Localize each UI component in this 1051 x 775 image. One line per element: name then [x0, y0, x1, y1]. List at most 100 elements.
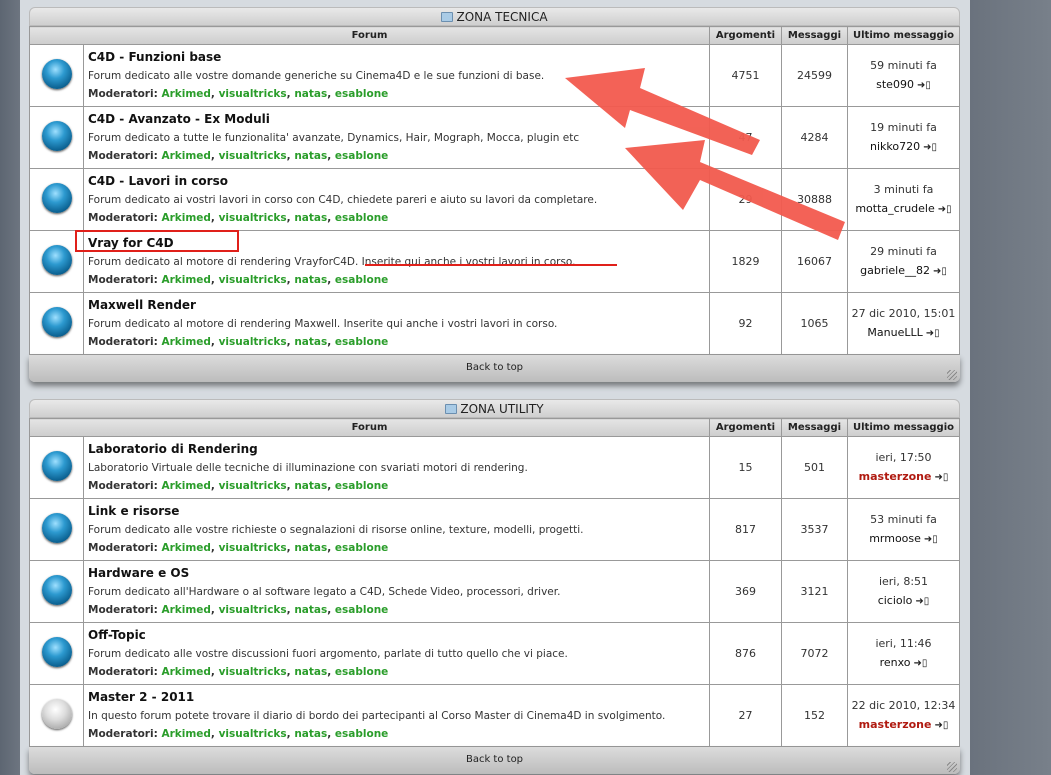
last-post-user-link[interactable]: motta_crudele	[855, 202, 934, 215]
go-to-last-post-icon[interactable]: ➜▯	[915, 596, 929, 607]
forum-description: Forum dedicato alle vostre domande gener…	[88, 70, 545, 82]
last-post-user-link[interactable]: nikko720	[870, 140, 920, 153]
go-to-last-post-icon[interactable]: ➜▯	[933, 266, 947, 277]
resize-grip-icon[interactable]	[947, 762, 957, 772]
section-title[interactable]: ZONA UTILITY	[460, 402, 543, 416]
moderator-link[interactable]: visualtricks	[219, 666, 287, 678]
forum-title-link[interactable]: Hardware e OS	[88, 566, 189, 580]
last-post-user-link[interactable]: ManueLLL	[867, 326, 922, 339]
moderator-link[interactable]: natas	[294, 274, 327, 286]
forum-title-link[interactable]: Off-Topic	[88, 628, 146, 642]
column-header-forum: Forum	[29, 418, 710, 437]
moderator-link[interactable]: visualtricks	[219, 336, 287, 348]
forum-row: Maxwell Render Forum dedicato al motore d…	[29, 292, 960, 355]
last-post-time: ieri, 11:46	[875, 637, 932, 650]
moderator-link[interactable]: Arkimed	[161, 88, 210, 100]
moderator-link[interactable]: Arkimed	[161, 274, 210, 286]
back-to-top-link[interactable]: Back to top	[466, 362, 523, 373]
forum-title-link[interactable]: C4D - Funzioni base	[88, 50, 221, 64]
moderator-link[interactable]: esablone	[335, 336, 388, 348]
forum-title-line: Off-Topic	[88, 626, 709, 645]
column-header-topics: Argomenti	[709, 26, 782, 45]
moderator-link[interactable]: esablone	[335, 604, 388, 616]
go-to-last-post-icon[interactable]: ➜▯	[938, 204, 952, 215]
forum-status-cell	[29, 560, 84, 623]
moderator-link[interactable]: natas	[294, 88, 327, 100]
go-to-last-post-icon[interactable]: ➜▯	[914, 658, 928, 669]
last-post-author-line: motta_crudele ➜▯	[848, 199, 959, 219]
moderator-link[interactable]: natas	[294, 728, 327, 740]
moderator-link[interactable]: visualtricks	[219, 274, 287, 286]
last-post-time: 53 minuti fa	[870, 513, 937, 526]
moderator-link[interactable]: esablone	[335, 542, 388, 554]
moderator-link[interactable]: Arkimed	[161, 542, 210, 554]
moderator-link[interactable]: esablone	[335, 666, 388, 678]
moderator-link[interactable]: visualtricks	[219, 604, 287, 616]
moderator-link[interactable]: Arkimed	[161, 728, 210, 740]
last-post-cell: 22 dic 2010, 12:34 masterzone ➜▯	[847, 684, 960, 747]
go-to-last-post-icon[interactable]: ➜▯	[926, 328, 940, 339]
moderator-link[interactable]: natas	[294, 666, 327, 678]
forum-title-link[interactable]: Vray for C4D	[88, 236, 174, 250]
moderator-link[interactable]: Arkimed	[161, 604, 210, 616]
moderator-link[interactable]: visualtricks	[219, 88, 287, 100]
moderator-link[interactable]: visualtricks	[219, 212, 287, 224]
moderator-link[interactable]: Arkimed	[161, 212, 210, 224]
moderator-link[interactable]: Arkimed	[161, 336, 210, 348]
last-post-user-link[interactable]: masterzone	[859, 718, 932, 731]
forum-title-link[interactable]: C4D - Lavori in corso	[88, 174, 228, 188]
moderator-link[interactable]: natas	[294, 604, 327, 616]
moderator-link[interactable]: natas	[294, 212, 327, 224]
topics-count: 15	[709, 436, 782, 499]
back-to-top-link[interactable]: Back to top	[466, 754, 523, 765]
section-header[interactable]: ZONA TECNICA	[29, 7, 960, 26]
moderator-link[interactable]: natas	[294, 150, 327, 162]
forum-title-link[interactable]: Laboratorio di Rendering	[88, 442, 258, 456]
last-post-author-line: masterzone ➜▯	[848, 715, 959, 735]
forum-status-icon	[41, 451, 72, 481]
moderator-link[interactable]: Arkimed	[161, 666, 210, 678]
resize-grip-icon[interactable]	[947, 370, 957, 380]
go-to-last-post-icon[interactable]: ➜▯	[917, 80, 931, 91]
forum-description: In questo forum potete trovare il diario…	[88, 710, 666, 722]
forum-title-link[interactable]: Link e risorse	[88, 504, 179, 518]
moderator-link[interactable]: Arkimed	[161, 150, 210, 162]
go-to-last-post-icon[interactable]: ➜▯	[934, 472, 948, 483]
moderator-link[interactable]: esablone	[335, 274, 388, 286]
forum-title-link[interactable]: Master 2 - 2011	[88, 690, 194, 704]
forum-title-link[interactable]: Maxwell Render	[88, 298, 196, 312]
moderator-link[interactable]: natas	[294, 480, 327, 492]
go-to-last-post-icon[interactable]: ➜▯	[934, 720, 948, 731]
forum-row: Master 2 - 2011 In questo forum potete tr…	[29, 684, 960, 747]
moderator-link[interactable]: visualtricks	[219, 480, 287, 492]
last-post-user-link[interactable]: masterzone	[859, 470, 932, 483]
moderator-link[interactable]: Arkimed	[161, 480, 210, 492]
moderators-line: Moderatori: Arkimed, visualtricks, natas…	[88, 480, 389, 492]
section-header[interactable]: ZONA UTILITY	[29, 399, 960, 418]
last-post-user-link[interactable]: mrmoose	[869, 532, 921, 545]
moderator-link[interactable]: esablone	[335, 212, 388, 224]
posts-count: 3537	[781, 498, 848, 561]
moderator-link[interactable]: esablone	[335, 150, 388, 162]
forum-title-link[interactable]: C4D - Avanzato - Ex Moduli	[88, 112, 270, 126]
moderator-link[interactable]: esablone	[335, 88, 388, 100]
go-to-last-post-icon[interactable]: ➜▯	[924, 534, 938, 545]
last-post-user-link[interactable]: ciciolo	[878, 594, 913, 607]
moderator-link[interactable]: esablone	[335, 480, 388, 492]
moderator-link[interactable]: visualtricks	[219, 542, 287, 554]
moderator-link[interactable]: natas	[294, 336, 327, 348]
moderators-label: Moderatori:	[88, 150, 158, 162]
section-title[interactable]: ZONA TECNICA	[456, 10, 547, 24]
topics-count: 47	[709, 106, 782, 169]
moderator-link[interactable]: natas	[294, 542, 327, 554]
last-post-user-link[interactable]: renxo	[880, 656, 911, 669]
moderator-link[interactable]: esablone	[335, 728, 388, 740]
last-post-time: 19 minuti fa	[870, 121, 937, 134]
moderator-link[interactable]: visualtricks	[219, 150, 287, 162]
last-post-user-link[interactable]: ste090	[876, 78, 914, 91]
last-post-user-link[interactable]: gabriele__82	[860, 264, 930, 277]
go-to-last-post-icon[interactable]: ➜▯	[923, 142, 937, 153]
forum-status-icon	[41, 699, 72, 729]
forum-row: C4D - Funzioni base Forum dedicato alle v…	[29, 44, 960, 107]
moderator-link[interactable]: visualtricks	[219, 728, 287, 740]
